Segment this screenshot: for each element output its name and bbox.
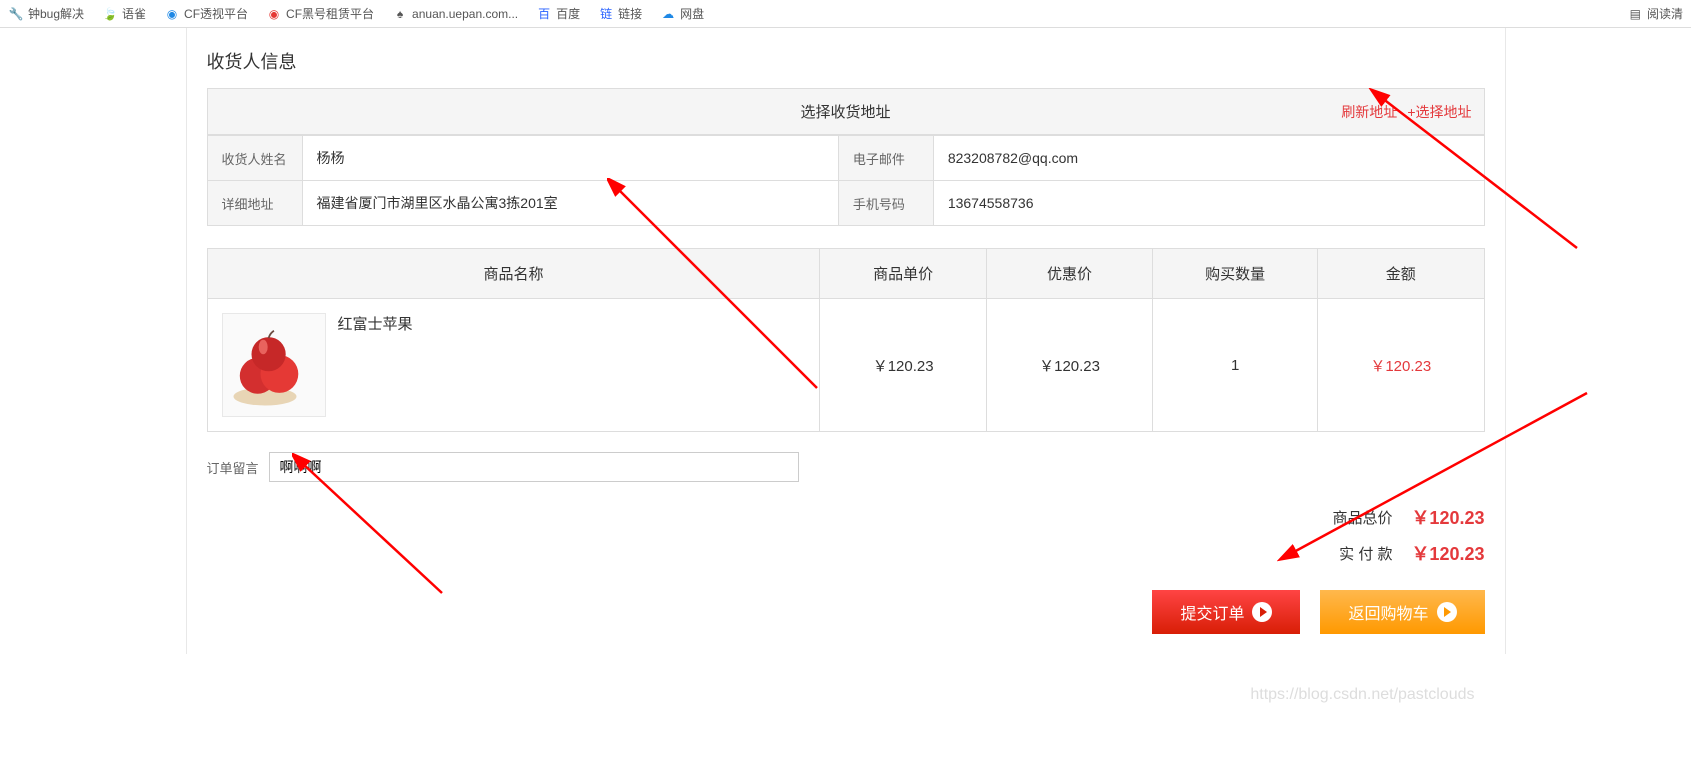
select-address-link[interactable]: +选择地址 [1407,102,1471,122]
bookmarks-bar: 🔧钟bug解决 🍃语雀 ◉CF透视平台 ◉CF黑号租赁平台 ♠anuan.uep… [0,0,1691,28]
recipient-name-label: 收货人姓名 [207,136,302,181]
summary-total-row: 实 付 款 ￥120.23 [1339,540,1484,566]
bookmark-item[interactable]: ♠anuan.uepan.com... [392,6,518,22]
total-value: ￥120.23 [1405,540,1485,566]
order-note-row: 订单留言 [207,452,1485,482]
submit-order-button[interactable]: 提交订单 [1152,590,1300,634]
product-quantity: 1 [1153,299,1318,432]
product-table: 商品名称 商品单价 优惠价 购买数量 金额 [207,248,1485,432]
bookmark-item[interactable]: 链链接 [598,5,642,22]
address-header-title: 选择收货地址 [220,101,1472,122]
total-label: 实 付 款 [1339,543,1392,564]
recipient-email-label: 电子邮件 [838,136,933,181]
bookmark-item[interactable]: 百百度 [536,5,580,22]
bookmark-icon: ◉ [266,6,282,22]
section-title-recipient: 收货人信息 [207,48,1485,74]
product-discount: ￥120.23 [986,299,1152,432]
recipient-phone-value: 13674558736 [933,181,1484,226]
recipient-address-value: 福建省厦门市湖里区水晶公寓3拣201室 [302,181,838,226]
bookmark-item[interactable]: ☁网盘 [660,5,704,22]
bookmark-item[interactable]: ◉CF透视平台 [164,5,248,22]
table-row: 红富士苹果 ￥120.23 ￥120.23 1 ￥120.23 [207,299,1484,432]
bookmark-icon: ♠ [392,6,408,22]
table-header-row: 商品名称 商品单价 优惠价 购买数量 金额 [207,249,1484,299]
back-to-cart-button[interactable]: 返回购物车 [1320,590,1484,634]
product-image [222,313,326,417]
recipient-phone-label: 手机号码 [838,181,933,226]
bookmark-item[interactable]: 🔧钟bug解决 [8,5,84,22]
reading-list-icon: ▤ [1630,7,1641,21]
watermark: https://blog.csdn.net/pastclouds [1250,686,1474,704]
bookmark-icon: 链 [598,6,614,22]
order-note-input[interactable] [269,452,799,482]
bookmark-icon: 🍃 [102,6,118,22]
bookmark-icon: ◉ [164,6,180,22]
order-summary: 商品总价 ￥120.23 实 付 款 ￥120.23 提交订单 返回购物车 [207,504,1485,634]
col-discount: 优惠价 [986,249,1152,299]
product-amount: ￥120.23 [1318,299,1484,432]
refresh-address-link[interactable]: 刷新地址 [1341,102,1397,122]
table-row: 详细地址 福建省厦门市湖里区水晶公寓3拣201室 手机号码 1367455873… [207,181,1484,226]
checkout-page: 收货人信息 选择收货地址 刷新地址 +选择地址 收货人姓名 杨杨 电子邮件 82… [186,28,1506,654]
col-amount: 金额 [1318,249,1484,299]
recipient-address-label: 详细地址 [207,181,302,226]
subtotal-label: 商品总价 [1332,507,1392,528]
product-unit-price: ￥120.23 [820,299,986,432]
bookmarks-right[interactable]: ▤ 阅读清 [1630,5,1683,22]
recipient-email-value: 823208782@qq.com [933,136,1484,181]
bookmark-item[interactable]: 🍃语雀 [102,5,146,22]
col-unit-price: 商品单价 [820,249,986,299]
bookmark-item[interactable]: ◉CF黑号租赁平台 [266,5,374,22]
bookmark-icon: ☁ [660,6,676,22]
address-header: 选择收货地址 刷新地址 +选择地址 [207,88,1485,135]
address-links: 刷新地址 +选择地址 [1341,102,1471,122]
bookmark-icon: 百 [536,6,552,22]
subtotal-value: ￥120.23 [1405,504,1485,530]
col-quantity: 购买数量 [1153,249,1318,299]
product-name-text: 红富士苹果 [338,313,413,334]
recipient-name-value: 杨杨 [302,136,838,181]
play-circle-icon [1437,602,1457,622]
play-circle-icon [1252,602,1272,622]
product-name-cell: 红富士苹果 [207,299,820,432]
col-product-name: 商品名称 [207,249,820,299]
action-buttons: 提交订单 返回购物车 [1152,590,1484,634]
recipient-info-table: 收货人姓名 杨杨 电子邮件 823208782@qq.com 详细地址 福建省厦… [207,135,1485,226]
bookmark-icon: 🔧 [8,6,24,22]
table-row: 收货人姓名 杨杨 电子邮件 823208782@qq.com [207,136,1484,181]
summary-subtotal-row: 商品总价 ￥120.23 [1332,504,1484,530]
order-note-label: 订单留言 [207,458,259,477]
